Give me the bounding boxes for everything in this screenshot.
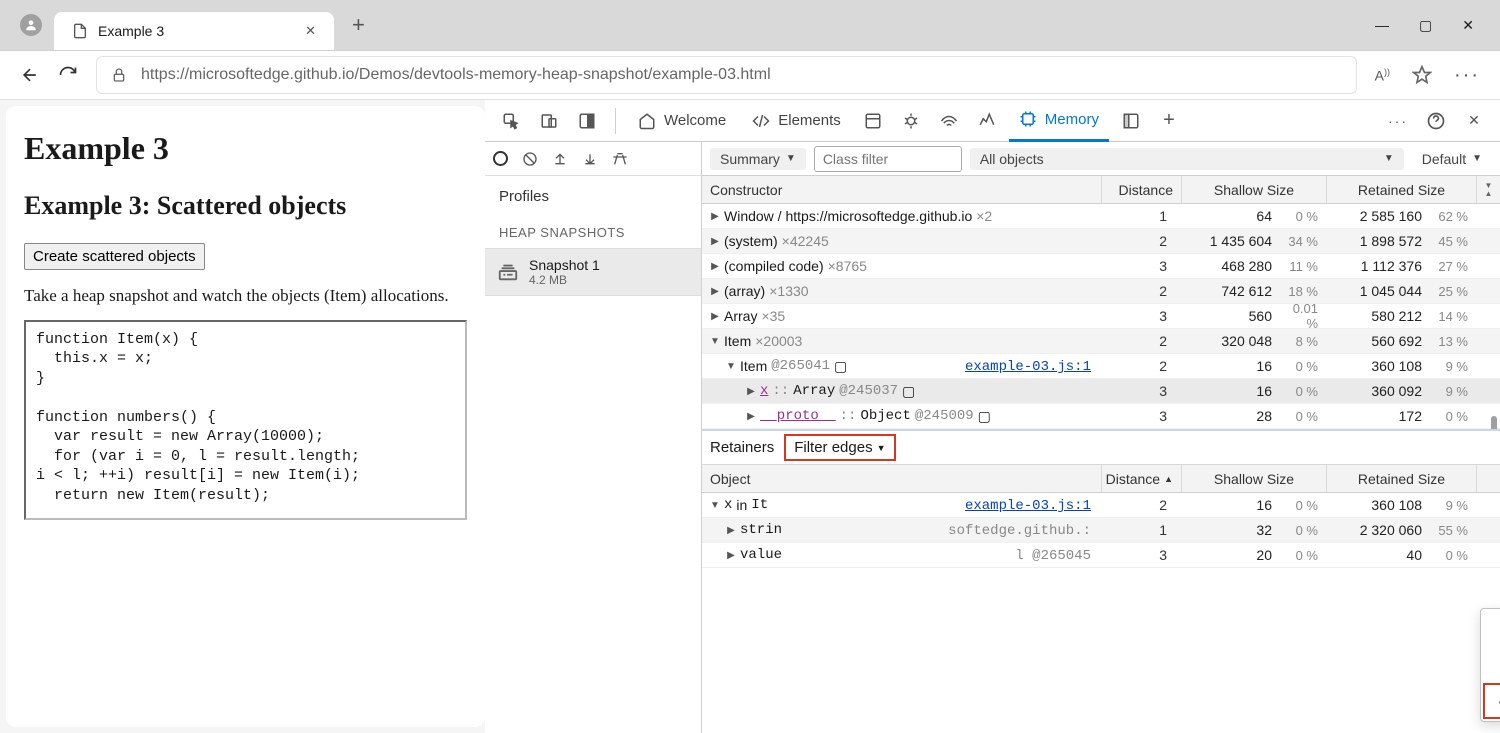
table-row[interactable]: ▶ x :: Array @245037 ▢3160 %360 0929 % [702,379,1500,404]
upload-icon[interactable] [552,151,568,167]
page-content: Example 3 Example 3: Scattered objects C… [6,106,485,727]
snapshot-icon [497,261,519,283]
table-row[interactable]: ▶ (array) ×13302742 61218 %1 045 04425 % [702,279,1500,304]
menu-item-hide-internal[interactable]: Hide internal [1481,645,1500,681]
network-icon[interactable] [933,105,965,137]
chevron-down-icon: ▼ [877,443,886,453]
chevron-down-icon: ▼ [786,153,796,164]
app2-icon[interactable] [1115,105,1147,137]
table-row[interactable]: ▶ Array ×3535600.01 %580 21214 % [702,304,1500,329]
table-row[interactable]: ▶ strinsoftedge.github.:1320 %2 320 0605… [702,518,1500,543]
create-scattered-objects-button[interactable]: Create scattered objects [24,243,205,270]
close-devtools-icon[interactable]: ✕ [1458,105,1490,137]
filter-edges-menu: Default Hide internal ✓Hide cycled [1480,608,1500,722]
close-window-icon[interactable]: ✕ [1462,17,1474,34]
table-row[interactable]: ▶ Window / https://microsoftedge.github.… [702,204,1500,229]
app-icon[interactable] [857,105,889,137]
memory-toolbar: Summary▼ All objects▼ Default▼ [702,142,1500,176]
col-sort[interactable]: ▼▲ [1476,176,1500,203]
snapshot-name: Snapshot 1 [529,257,600,273]
default-select[interactable]: Default▼ [1412,148,1492,170]
memory-data-pane: Summary▼ All objects▼ Default▼ Construct… [702,142,1500,733]
retainers-label: Retainers [710,439,774,456]
tab-title: Example 3 [98,23,164,39]
tab-welcome[interactable]: Welcome [628,100,736,142]
performance-icon[interactable] [971,105,1003,137]
lock-icon [111,67,127,83]
browser-titlebar: Example 3 ✕ + — ▢ ✕ [0,0,1500,50]
read-aloud-icon[interactable]: A)) [1375,67,1390,84]
window-controls: — ▢ ✕ [1375,17,1492,34]
add-tab-icon[interactable]: + [1153,105,1185,137]
back-icon[interactable] [20,65,40,85]
chevron-down-icon: ▼ [1472,153,1482,164]
dock-icon[interactable] [571,105,603,137]
view-select[interactable]: Summary▼ [710,148,806,170]
menu-icon[interactable]: ··· [1454,64,1480,87]
col-shallow-size[interactable]: Shallow Size [1181,465,1326,492]
table-row[interactable]: ▼ Item @265041 ▢example-03.js:12160 %360… [702,354,1500,379]
collect-garbage-icon[interactable] [612,151,628,167]
close-tab-icon[interactable]: ✕ [305,23,316,39]
table-row[interactable]: ▶ valuel @2650453200 %400 % [702,543,1500,568]
favorite-icon[interactable] [1412,65,1432,85]
download-icon[interactable] [582,151,598,167]
page-h1: Example 3 [24,130,467,167]
address-bar: https://microsoftedge.github.io/Demos/de… [0,50,1500,100]
col-distance[interactable]: Distance [1101,176,1181,203]
snapshot-size: 4.2 MB [529,273,600,287]
tab-memory[interactable]: Memory [1009,100,1109,142]
url-field[interactable]: https://microsoftedge.github.io/Demos/de… [96,56,1357,94]
filter-edges-dropdown[interactable]: Filter edges▼ [784,434,895,461]
maximize-icon[interactable]: ▢ [1419,17,1432,34]
profiles-toolbar [485,142,701,176]
constructors-grid-header: Constructor Distance Shallow Size Retain… [702,176,1500,204]
tab-elements[interactable]: Elements [742,100,851,142]
col-retained-size[interactable]: Retained Size [1326,176,1476,203]
table-row[interactable]: ▼ Item ×200032320 0488 %560 69213 % [702,329,1500,354]
scrollbar-thumb[interactable] [1491,416,1497,429]
constructors-grid[interactable]: ▶ Window / https://microsoftedge.github.… [702,204,1500,429]
profiles-sidebar: Profiles HEAP SNAPSHOTS Snapshot 1 4.2 M… [485,142,702,733]
help-icon[interactable] [1420,105,1452,137]
page-h2: Example 3: Scattered objects [24,191,467,221]
device-toggle-icon[interactable] [533,105,565,137]
devtools-tabbar: Welcome Elements Memory + ··· ✕ [485,100,1500,142]
refresh-icon[interactable] [58,65,78,85]
col-object[interactable]: Object [702,471,1101,487]
col-retained-size[interactable]: Retained Size [1326,465,1476,492]
bug-icon[interactable] [895,105,927,137]
new-tab-button[interactable]: + [352,12,365,38]
table-row[interactable]: ▼ x in Itexample-03.js:12160 %360 1089 % [702,493,1500,518]
object-filter-select[interactable]: All objects▼ [970,148,1404,170]
class-filter-input[interactable] [814,146,962,172]
clear-icon[interactable] [522,151,538,167]
minimize-icon[interactable]: — [1375,17,1389,34]
inspect-icon[interactable] [495,105,527,137]
col-constructor[interactable]: Constructor [702,182,1101,198]
devtools-panel: Welcome Elements Memory + ··· ✕ [485,100,1500,733]
page-description: Take a heap snapshot and watch the objec… [24,284,467,308]
url-text: https://microsoftedge.github.io/Demos/de… [141,66,1342,84]
menu-item-default[interactable]: Default [1481,609,1500,645]
code-textarea[interactable]: function Item(x) { this.x = x; } functio… [24,320,467,520]
col-distance[interactable]: Distance▲ [1101,465,1181,492]
retainers-grid-header: Object Distance▲ Shallow Size Retained S… [702,465,1500,493]
profiles-label: Profiles [485,176,701,217]
table-row[interactable]: ▶ __proto__ :: Object @245009 ▢3280 %172… [702,404,1500,429]
menu-item-hide-cycled[interactable]: ✓Hide cycled [1483,683,1500,719]
browser-tab[interactable]: Example 3 ✕ [54,12,334,50]
more-icon[interactable]: ··· [1382,105,1414,137]
record-icon[interactable] [493,151,508,166]
chevron-down-icon: ▼ [1384,153,1394,164]
profile-avatar[interactable] [20,14,42,36]
snapshot-item[interactable]: Snapshot 1 4.2 MB [485,248,701,296]
table-row[interactable]: ▶ (compiled code) ×87653468 28011 %1 112… [702,254,1500,279]
col-shallow-size[interactable]: Shallow Size [1181,176,1326,203]
page-icon [72,23,88,39]
heap-snapshots-heading: HEAP SNAPSHOTS [485,217,701,248]
table-row[interactable]: ▶ (system) ×4224521 435 60434 %1 898 572… [702,229,1500,254]
retainers-bar: Retainers Filter edges▼ [702,429,1500,465]
retainers-grid[interactable]: ▼ x in Itexample-03.js:12160 %360 1089 %… [702,493,1500,568]
